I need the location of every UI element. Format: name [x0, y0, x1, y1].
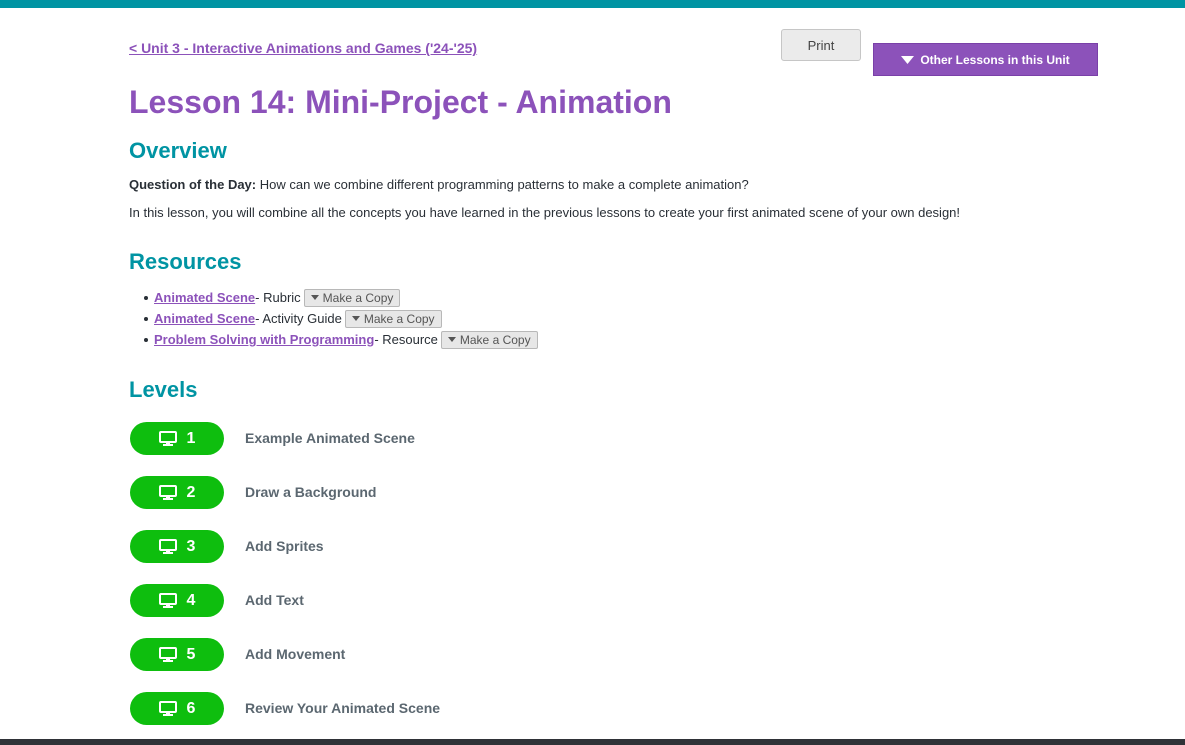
desktop-icon: [158, 593, 177, 608]
desktop-icon: [158, 485, 177, 500]
level-number: 1: [186, 429, 196, 447]
resources-heading: Resources: [129, 249, 242, 274]
level-number: 2: [186, 483, 196, 501]
level-label[interactable]: Draw a Background: [245, 484, 376, 500]
resource-item: Animated Scene - Activity Guide Make a C…: [129, 308, 538, 329]
resource-type: - Resource: [374, 332, 438, 347]
level-bubble-1[interactable]: 1: [130, 422, 224, 455]
levels-heading: Levels: [129, 377, 198, 402]
caret-down-icon: [901, 55, 915, 64]
make-copy-button[interactable]: Make a Copy: [440, 330, 538, 349]
print-button[interactable]: Print: [781, 29, 861, 61]
level-bubble-6[interactable]: 6: [130, 692, 224, 725]
make-copy-label: Make a Copy: [363, 311, 435, 326]
resource-item: Animated Scene - Rubric Make a Copy: [129, 287, 538, 308]
resource-type: - Rubric: [255, 290, 301, 305]
make-copy-label: Make a Copy: [459, 332, 531, 347]
desktop-icon: [158, 647, 177, 662]
lesson-description: In this lesson, you will combine all the…: [129, 205, 961, 220]
make-copy-button[interactable]: Make a Copy: [303, 288, 401, 307]
other-lessons-button[interactable]: Other Lessons in this Unit: [873, 43, 1098, 76]
make-copy-button[interactable]: Make a Copy: [344, 309, 442, 328]
desktop-icon: [158, 539, 177, 554]
resource-link[interactable]: Animated Scene: [154, 311, 255, 326]
other-lessons-label: Other Lessons in this Unit: [920, 52, 1070, 67]
resource-type: - Activity Guide: [255, 311, 342, 326]
level-label[interactable]: Example Animated Scene: [245, 430, 415, 446]
level-number: 6: [186, 699, 196, 717]
level-number: 4: [186, 591, 196, 609]
bullet: [144, 337, 148, 342]
desktop-icon: [158, 701, 177, 716]
level-label[interactable]: Add Movement: [245, 646, 345, 662]
resources-list: Animated Scene - Rubric Make a Copy Anim…: [129, 287, 538, 350]
overview-heading: Overview: [129, 138, 227, 163]
make-copy-label: Make a Copy: [322, 290, 394, 305]
unit-back-link[interactable]: < Unit 3 - Interactive Animations and Ga…: [129, 40, 477, 56]
caret-down-icon: [351, 316, 360, 321]
resource-link[interactable]: Problem Solving with Programming: [154, 332, 374, 347]
lesson-title: Lesson 14: Mini-Project - Animation: [129, 84, 672, 120]
caret-down-icon: [447, 337, 456, 342]
resource-item: Problem Solving with Programming - Resou…: [129, 329, 538, 350]
level-bubble-5[interactable]: 5: [130, 638, 224, 671]
desktop-icon: [158, 431, 177, 446]
bullet: [144, 316, 148, 321]
qotd-label: Question of the Day:: [129, 177, 257, 192]
level-label[interactable]: Add Text: [245, 592, 304, 608]
level-label[interactable]: Review Your Animated Scene: [245, 700, 440, 716]
top-bar: [0, 0, 1185, 8]
level-bubble-2[interactable]: 2: [130, 476, 224, 509]
caret-down-icon: [310, 295, 319, 300]
print-button-label: Print: [807, 37, 835, 53]
level-number: 3: [186, 537, 196, 555]
bullet: [144, 295, 148, 300]
bottom-bar: [0, 739, 1185, 745]
resource-link[interactable]: Animated Scene: [154, 290, 255, 305]
level-label[interactable]: Add Sprites: [245, 538, 324, 554]
level-bubble-4[interactable]: 4: [130, 584, 224, 617]
qotd-text: How can we combine different programming…: [256, 177, 749, 192]
question-of-the-day: Question of the Day: How can we combine …: [129, 177, 749, 192]
level-number: 5: [186, 645, 196, 663]
level-bubble-3[interactable]: 3: [130, 530, 224, 563]
